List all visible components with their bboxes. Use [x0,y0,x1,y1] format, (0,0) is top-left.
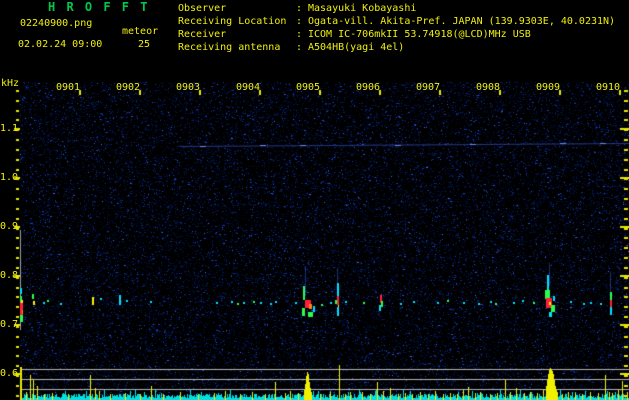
mode-label: meteor [122,26,159,37]
time-label-0908: 0908 [475,82,501,93]
time-label-0907: 0907 [415,82,441,93]
hrofft-screenshot: H R O F F T 02240900.png meteor 02.02.24… [0,0,629,400]
info-label: Observer [178,3,227,14]
freq-label-0-8: 0.8 [0,270,19,281]
info-row-receiver: Receiver : ICOM IC-706mkII 53.74918(@LCD… [178,28,615,41]
info-label: Receiving antenna [178,42,281,53]
freq-label-1-1: 1.1 [0,123,19,134]
info-separator: : [296,3,303,14]
time-label-0910: 0910 [595,82,621,93]
spectrogram-canvas [0,0,629,400]
freq-label-0-6: 0.6 [0,368,19,379]
freq-label-0-7: 0.7 [0,319,19,330]
time-label-0903: 0903 [175,82,201,93]
time-label-0905: 0905 [295,82,321,93]
time-label-0904: 0904 [235,82,261,93]
info-separator: : [296,16,303,27]
station-info: Observer : Masayuki Kobayashi Receiving … [178,2,615,54]
info-row-antenna: Receiving antenna : A504HB(yagi 4el) [178,41,615,54]
info-label: Receiver [178,29,227,40]
freq-label-1-0: 1.0 [0,172,19,183]
khz-unit-label: kHz [1,78,20,89]
info-label: Receiving Location [178,16,287,27]
app-title: H R O F F T [48,0,150,14]
time-label-0901: 0901 [55,82,81,93]
info-value: A504HB(yagi 4el) [308,42,405,53]
info-row-observer: Observer : Masayuki Kobayashi [178,2,615,15]
info-row-location: Receiving Location : Ogata-vill. Akita-P… [178,15,615,28]
freq-label-0-9: 0.9 [0,221,19,232]
time-label-0906: 0906 [355,82,381,93]
time-label-0902: 0902 [115,82,141,93]
info-value: Masayuki Kobayashi [308,3,417,14]
filename-label: 02240900.png [20,18,93,29]
datetime-label: 02.02.24 09:00 [18,39,103,50]
info-separator: : [296,42,303,53]
info-value: Ogata-vill. Akita-Pref. JAPAN (139.9303E… [308,16,616,27]
info-value: ICOM IC-706mkII 53.74918(@LCD)MHz USB [308,29,531,40]
echo-count-label: 25 [138,39,151,50]
time-label-0909: 0909 [535,82,561,93]
info-separator: : [296,29,303,40]
